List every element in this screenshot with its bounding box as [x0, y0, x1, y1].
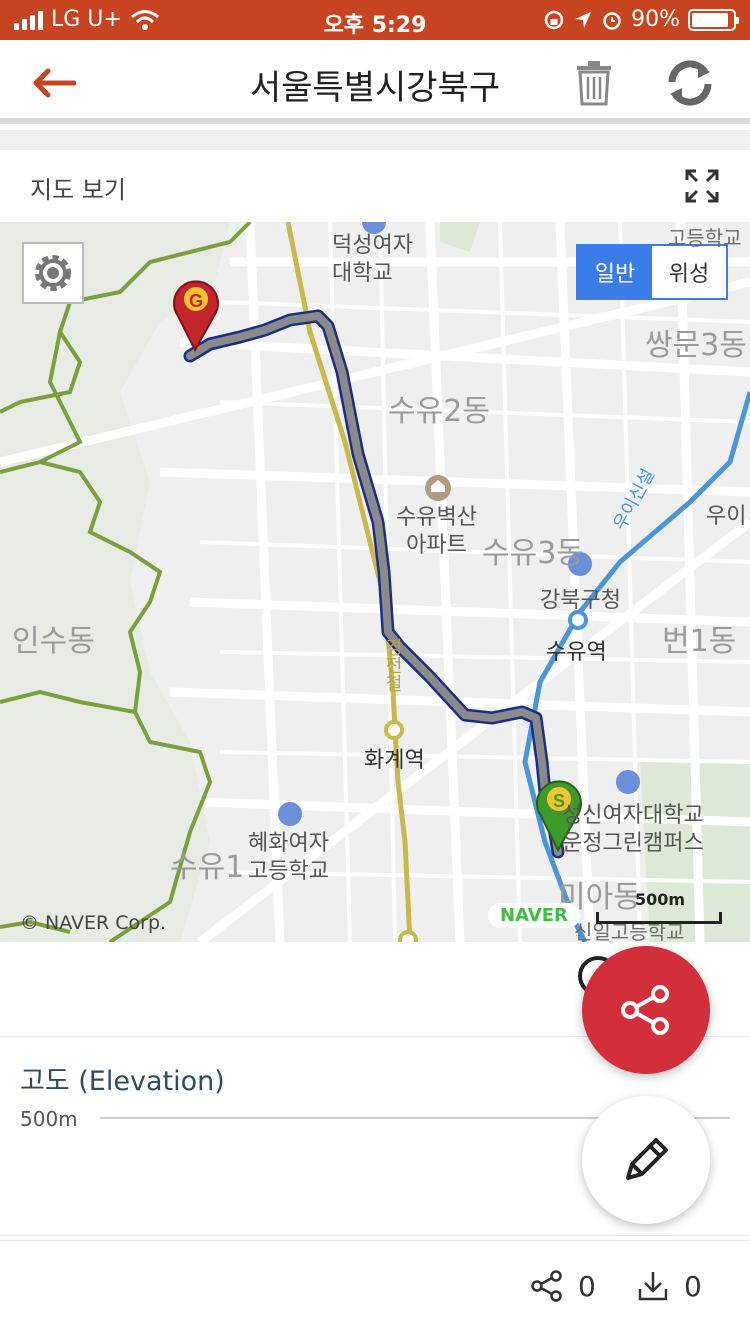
map-label-ui: 우이	[706, 504, 747, 529]
gear-icon	[35, 255, 71, 291]
map-label-ssangmun: 쌍문3동	[645, 328, 747, 363]
refresh-icon	[668, 60, 712, 106]
edit-fab[interactable]	[582, 1096, 710, 1224]
share-count-stat[interactable]: 0	[530, 1269, 596, 1303]
battery-icon	[688, 8, 739, 31]
page-title: 서울특별시강북구	[249, 68, 501, 108]
map-label-hyehwa: 혜화여자 고등학교	[248, 831, 329, 884]
location-icon	[575, 11, 592, 28]
delete-button[interactable]	[572, 58, 616, 108]
map-label-suyu2: 수유2동	[388, 394, 490, 429]
map-label-godeung: 고등학교	[668, 226, 742, 250]
download-icon	[638, 1272, 668, 1301]
map-type-satellite[interactable]: 위성	[652, 246, 726, 298]
map-section-label: 지도 보기	[30, 176, 126, 204]
refresh-button[interactable]	[662, 58, 718, 108]
fullscreen-icon	[685, 169, 719, 203]
arrow-left-icon	[33, 68, 76, 98]
map-label-gyeongjeon: 경전철	[382, 638, 403, 692]
rotation-lock-icon	[544, 10, 564, 29]
share-fab[interactable]	[582, 946, 710, 1074]
status-bar: LG U+ 오후 5:29 90%	[0, 0, 750, 40]
download-count-stat[interactable]: 0	[636, 1269, 702, 1303]
share-count: 0	[578, 1269, 596, 1303]
map-copyright: © NAVER Corp.	[20, 912, 167, 934]
map-type-normal[interactable]: 일반	[578, 246, 652, 298]
map-label-deoksung: 덕성여자 대학교	[332, 233, 413, 286]
back-button[interactable]	[28, 60, 80, 106]
naver-logo: NAVER	[488, 903, 580, 928]
elevation-axis-label: 500m	[20, 1107, 78, 1131]
map-type-toggle: 일반 위성	[576, 244, 728, 300]
map-label-insu: 인수동	[12, 624, 95, 659]
map-label-beon1: 번1동	[662, 624, 737, 659]
route-map[interactable]: G S 일반 위성 덕성여자 대학교 고등학교 쌍문3동 수유2동 수유벽산 아…	[0, 222, 750, 942]
map-section-header: 지도 보기	[0, 150, 750, 222]
map-scale-bar: 500m	[596, 890, 722, 924]
fullscreen-button[interactable]	[680, 166, 724, 206]
goal-marker-letter: G	[189, 291, 203, 311]
section-divider	[0, 130, 750, 150]
elevation-title: 고도 (Elevation)	[20, 1066, 225, 1097]
download-count: 0	[684, 1269, 702, 1303]
map-label-seongshin: 성신여자대학교 운정그린캠퍼스	[562, 803, 704, 856]
map-settings-button[interactable]	[22, 242, 84, 304]
map-label-suyu1: 수유1	[170, 850, 245, 885]
battery-percent: 90%	[631, 7, 680, 32]
map-scale-label: 500m	[635, 890, 686, 909]
share-small-icon	[531, 1270, 562, 1302]
share-icon	[621, 985, 669, 1035]
footer-stats: 0 0	[0, 1240, 750, 1334]
map-label-suyu-station: 수유역	[546, 640, 607, 665]
alarm-icon	[603, 11, 621, 30]
map-label-gangbuk-office: 강북구청	[540, 588, 621, 613]
map-label-suyu-apt: 수유벽산 아파트	[396, 505, 477, 558]
trash-icon	[577, 61, 611, 106]
map-label-suyu3: 수유3동	[482, 536, 584, 571]
map-label-hwagye: 화계역	[364, 748, 425, 773]
pencil-icon	[626, 1138, 668, 1180]
app-header: 서울특별시강북구	[0, 40, 750, 124]
